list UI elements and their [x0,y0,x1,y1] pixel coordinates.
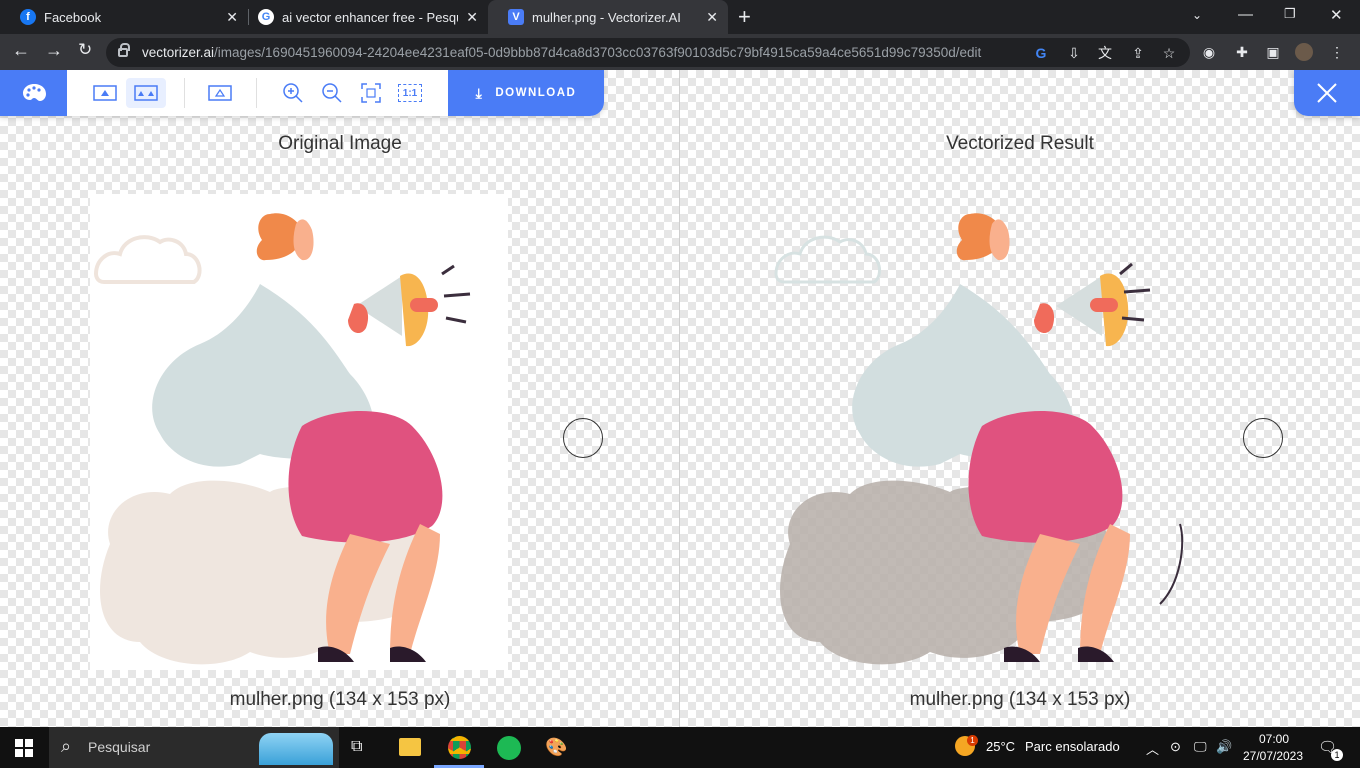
search-highlight-illustration [259,733,333,765]
compare-slider-handle[interactable] [563,418,603,458]
tray-app-icon[interactable]: ⊙ [1170,739,1181,755]
browser-toolbar: ← → ↻ vectorizer.ai/images/1690451960094… [0,34,1360,70]
menu-kebab-icon[interactable]: ⋮ [1328,43,1346,61]
url-text: vectorizer.ai/images/1690451960094-24204… [142,45,982,60]
search-placeholder: Pesquisar [88,739,151,755]
file-explorer-icon[interactable] [399,738,421,756]
network-icon[interactable]: 🖵 [1194,739,1207,755]
side-by-side-view-button[interactable] [126,78,166,108]
zoom-in-button[interactable] [280,81,306,105]
original-image [90,194,508,670]
palette-button[interactable] [0,70,67,116]
editor-toolbar: 1:1 ⤓ DOWNLOAD [0,70,604,116]
task-view-icon[interactable]: ⧉ [351,738,362,756]
vectorized-result-title: Vectorized Result [946,133,1094,154]
editor-canvas: 1:1 ⤓ DOWNLOAD Original Image mulher.png… [0,70,1360,727]
lock-icon [118,43,130,57]
original-image-title: Original Image [278,133,402,154]
single-view-button[interactable] [92,81,118,105]
extension-avatar-icon[interactable]: ◉ [1200,43,1218,61]
notification-badge: 1 [1331,749,1343,761]
close-editor-button[interactable] [1294,70,1360,116]
outline-view-button[interactable] [207,81,233,105]
browser-tab-bar: f Facebook ✕ G ai vector enhancer free -… [0,0,1360,34]
split-divider [679,70,680,727]
download-label: DOWNLOAD [495,87,577,99]
close-tab-icon[interactable]: ✕ [706,9,718,26]
fit-screen-icon [361,83,381,103]
taskbar-search-box[interactable]: ⌕ Pesquisar [49,727,339,768]
fit-to-screen-button[interactable] [358,81,384,105]
profile-avatar[interactable] [1295,43,1313,61]
restore-icon[interactable]: ❐ [1284,6,1296,22]
window-close-icon[interactable]: ✕ [1330,6,1343,24]
tab-vectorizer[interactable]: V mulher.png - Vectorizer.AI ✕ [488,0,728,34]
reload-icon[interactable]: ↻ [78,40,92,60]
single-view-icon [93,85,117,101]
spotify-icon[interactable] [497,736,521,760]
toolbar-separator [184,78,185,108]
search-icon: ⌕ [61,736,72,756]
side-by-side-icon [134,85,158,101]
translate-icon[interactable]: 文 [1096,44,1114,62]
weather-temperature[interactable]: 25°C [986,739,1015,754]
original-image-caption: mulher.png (134 x 153 px) [229,689,451,710]
download-button[interactable]: ⤓ DOWNLOAD [448,70,604,116]
close-icon [1317,83,1337,103]
bookmark-star-icon[interactable]: ☆ [1160,44,1178,62]
share-icon[interactable]: ⇪ [1129,44,1147,62]
clock-date[interactable]: 27/07/2023 [1241,749,1305,763]
volume-icon[interactable]: 🔊 [1216,739,1232,755]
paint-app-icon[interactable]: 🎨 [545,737,567,758]
install-app-icon[interactable]: ⇩ [1065,44,1083,62]
windows-start-icon[interactable] [15,739,33,757]
tab-title: Facebook [44,9,102,25]
back-icon[interactable]: ← [12,40,30,61]
forward-icon[interactable]: → [45,40,63,61]
clock-time[interactable]: 07:00 [1244,732,1304,746]
outline-view-icon [208,85,232,101]
zoom-out-icon [322,83,342,103]
google-lens-icon[interactable]: G [1032,44,1050,62]
tab-search-chevron-icon[interactable]: ⌄ [1192,8,1202,22]
palette-icon [23,84,46,101]
facebook-icon: f [20,9,36,25]
vectorized-result-caption: mulher.png (134 x 153 px) [909,689,1131,710]
tab-title: mulher.png - Vectorizer.AI [532,9,681,25]
tab-google-search[interactable]: G ai vector enhancer free - Pesquisa ✕ [238,0,488,34]
extensions-puzzle-icon[interactable]: ✚ [1233,43,1251,61]
vectorized-image [774,213,1184,665]
toolbar-separator [256,78,257,108]
zoom-out-button[interactable] [319,81,345,105]
weather-badge: 1 [967,735,978,746]
close-tab-icon[interactable]: ✕ [226,9,238,26]
side-panel-icon[interactable]: ▣ [1264,43,1282,61]
new-tab-icon[interactable]: + [738,4,751,30]
tray-chevron-icon[interactable]: ︿ [1146,739,1159,758]
actual-size-button[interactable]: 1:1 [398,84,422,102]
close-tab-icon[interactable]: ✕ [466,9,478,26]
chrome-icon[interactable] [448,736,471,759]
download-icon: ⤓ [475,84,484,101]
tab-title: ai vector enhancer free - Pesquisa [282,9,458,25]
zoom-in-icon [283,83,303,103]
compare-slider-handle-right[interactable] [1243,418,1283,458]
weather-description[interactable]: Parc ensolarado [1025,739,1120,754]
minimize-icon[interactable]: — [1238,6,1253,23]
google-icon: G [258,9,274,25]
tab-facebook[interactable]: f Facebook ✕ [0,0,248,34]
windows-taskbar: ⌕ Pesquisar ⧉ 🎨 1 25°C Parc ensolarado ︿… [0,727,1360,768]
address-bar[interactable]: vectorizer.ai/images/1690451960094-24204… [106,38,1190,67]
vectorizer-icon: V [508,9,524,25]
